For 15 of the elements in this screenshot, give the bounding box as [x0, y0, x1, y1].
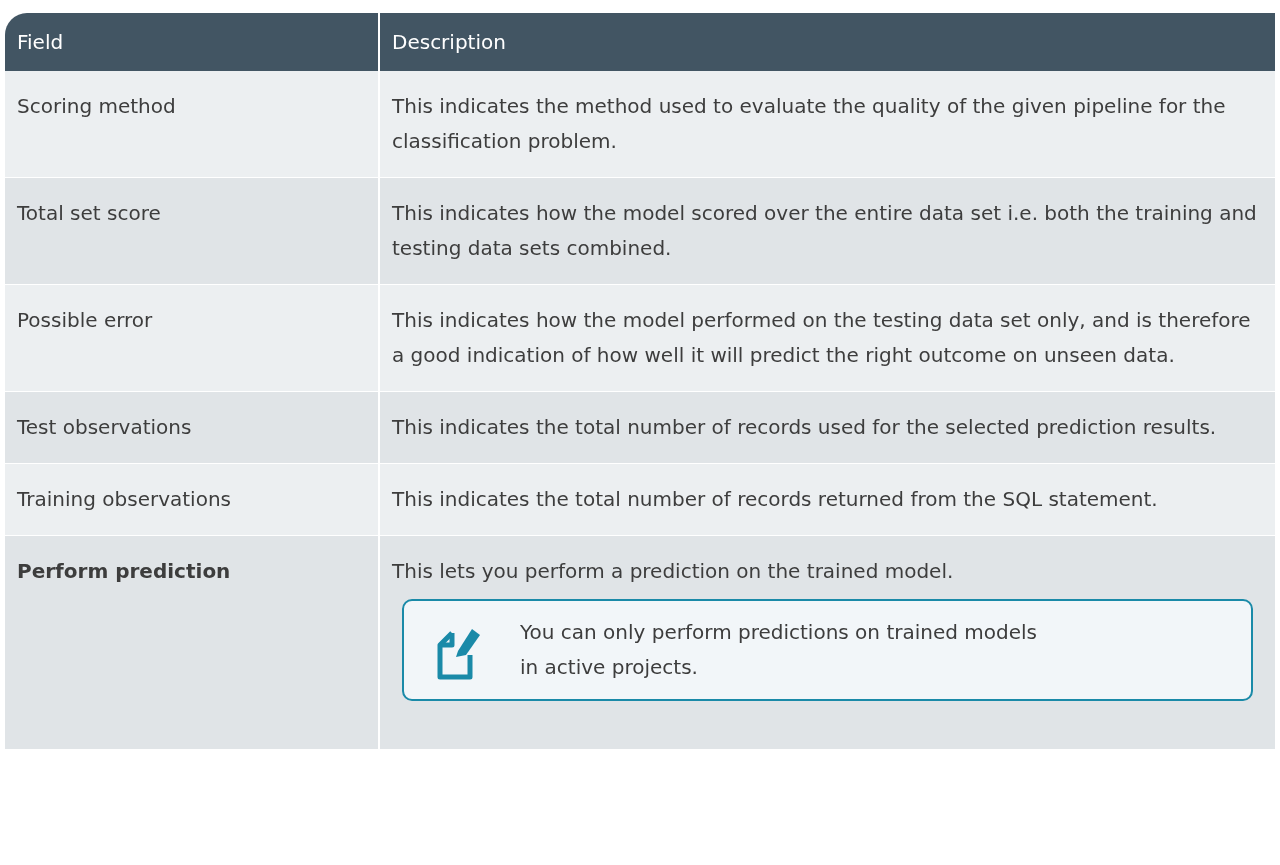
- column-header: Description: [380, 13, 1275, 71]
- field-name: Perform prediction: [17, 558, 231, 585]
- field-description: This indicates how the model scored over the entire data set i.e. both the training and testing data sets combined.: [392, 200, 1258, 262]
- field-description: This indicates the total number of records used for the selected prediction results.: [392, 414, 1218, 441]
- field-description: This indicates the method used to evaluate the quality of the given pipeline for the classification problem.: [392, 93, 1227, 155]
- column-header: Field: [5, 13, 380, 71]
- field-description: This indicates the total number of records returned from the SQL statement.: [392, 486, 1159, 513]
- field-description: This lets you perform a prediction on the trained model.: [392, 558, 955, 585]
- field-name: Training observations: [17, 486, 231, 513]
- note-text: You can only perform predictions on trained models in active projects.: [520, 619, 1038, 681]
- field-description: This indicates how the model performed on the testing data set only, and is therefore a good indication of how well it will predict the right outcome on unseen data.: [392, 307, 1252, 369]
- field-name: Total set score: [17, 200, 161, 227]
- field-name: Possible error: [17, 307, 153, 334]
- field-name: Test observations: [17, 414, 192, 441]
- field-name: Scoring method: [17, 93, 176, 120]
